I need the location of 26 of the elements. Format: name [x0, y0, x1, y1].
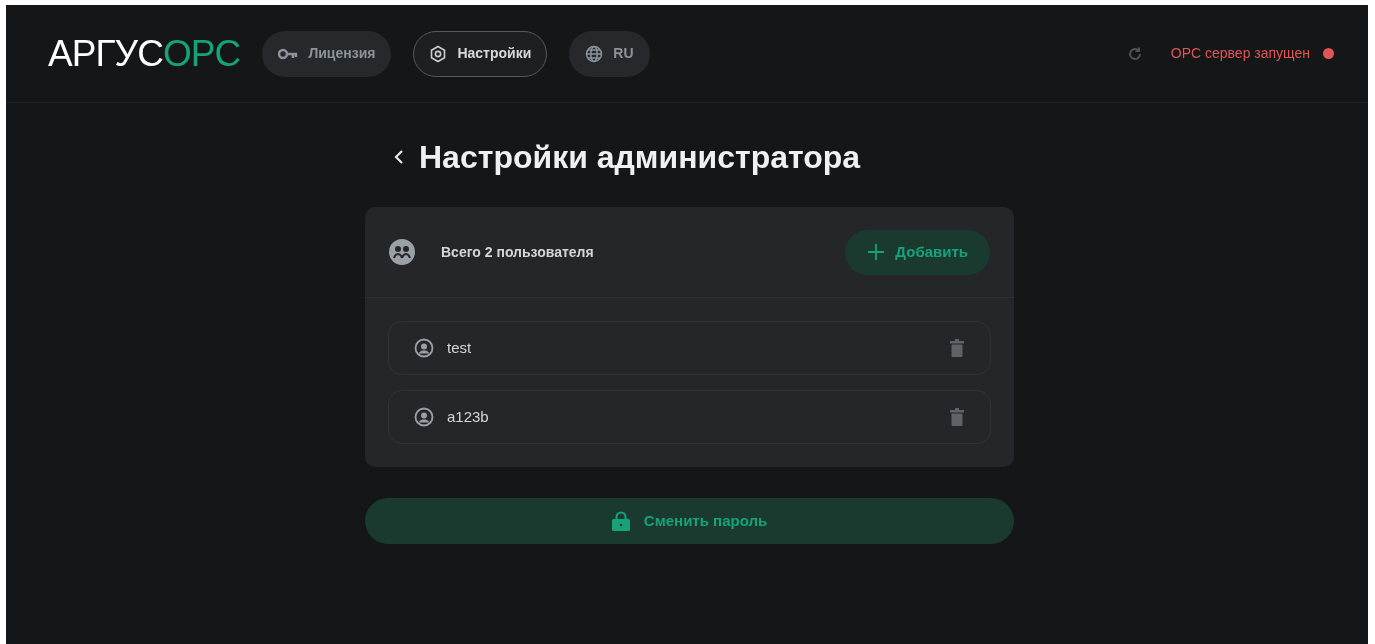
- logo-text: OPC: [163, 35, 241, 72]
- nav-tab[interactable]: Лицензия: [262, 30, 392, 77]
- lock-icon: [611, 511, 630, 531]
- username-text: a123b: [447, 406, 489, 427]
- nav-tab[interactable]: Настройки: [413, 30, 548, 77]
- settings-icon: [429, 44, 448, 63]
- delete-icon[interactable]: [950, 408, 964, 426]
- user-icon: [414, 338, 434, 358]
- add-button[interactable]: Добавить: [845, 229, 990, 275]
- logo-text: АРГУС: [48, 35, 163, 72]
- user-count-text: Всего 2 пользователя: [441, 242, 594, 262]
- user-icon: [414, 407, 434, 427]
- user-row[interactable]: a123b: [388, 390, 991, 444]
- page-title: Настройки администратора: [419, 141, 861, 173]
- key-icon: [278, 47, 299, 60]
- globe-icon: [585, 44, 604, 63]
- username-text: test: [447, 337, 472, 358]
- users-icon: [389, 239, 415, 265]
- change-password-button[interactable]: Сменить пароль: [365, 498, 1014, 544]
- back-icon[interactable]: [393, 148, 405, 166]
- user-row[interactable]: test: [388, 321, 991, 375]
- nav-tab[interactable]: RU: [569, 30, 650, 77]
- plus-icon: [867, 243, 886, 261]
- server-status-text: OPC сервер запущен: [1170, 44, 1310, 63]
- delete-icon[interactable]: [950, 339, 964, 357]
- refresh-icon[interactable]: [1126, 45, 1143, 62]
